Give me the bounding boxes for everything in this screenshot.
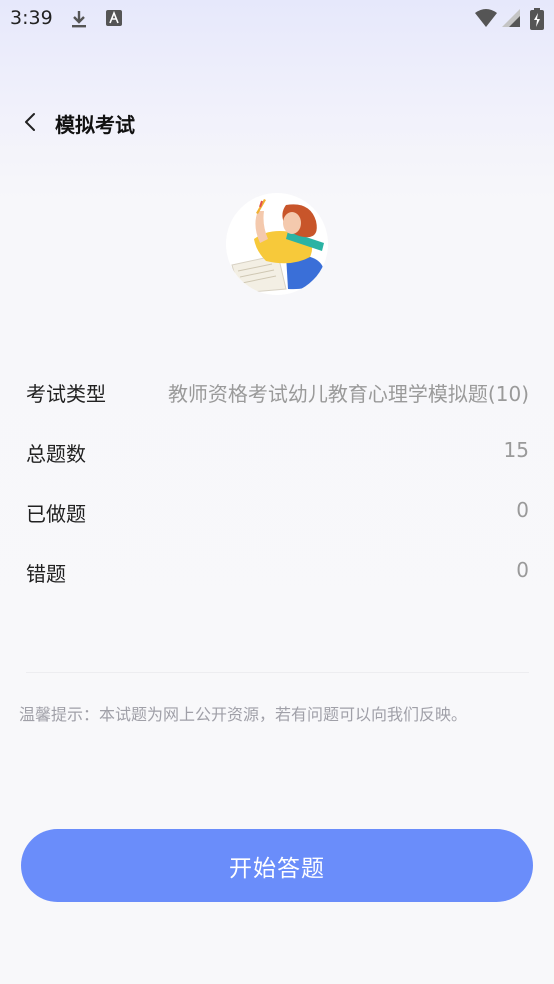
info-row-exam-type: 考试类型 教师资格考试幼儿教育心理学模拟题(10): [26, 378, 529, 408]
total-questions-value: 15: [503, 438, 529, 462]
start-button-label[interactable]: 开始答题: [229, 849, 325, 883]
page-title: 模拟考试: [55, 113, 135, 137]
wrong-value: 0: [516, 558, 529, 582]
wifi-icon: [475, 9, 497, 27]
signal-icon: [502, 9, 520, 27]
text-notification-icon: [106, 10, 122, 26]
status-bar: 3:39: [0, 0, 554, 38]
answered-value: 0: [516, 498, 529, 522]
exam-type-label: 考试类型: [26, 382, 106, 406]
hint-text: 温馨提示：本试题为网上公开资源，若有问题可以向我们反映。: [19, 705, 468, 724]
girl-studying-illustration: [226, 193, 328, 295]
chevron-left-icon[interactable]: [14, 106, 46, 138]
info-row-wrong: 错题 0: [26, 558, 529, 588]
battery-icon: [530, 8, 544, 30]
status-time: 3:39: [10, 7, 53, 29]
answered-label: 已做题: [26, 502, 86, 526]
download-icon: [72, 11, 86, 28]
info-row-total-questions: 总题数 15: [26, 438, 529, 468]
info-row-answered: 已做题 0: [26, 498, 529, 528]
divider: [26, 672, 529, 673]
header: 模拟考试: [0, 100, 554, 144]
wrong-label: 错题: [26, 562, 66, 586]
start-answering-button[interactable]: 开始答题: [21, 829, 533, 902]
exam-type-value: 教师资格考试幼儿教育心理学模拟题(10): [167, 382, 529, 406]
back-button[interactable]: [14, 106, 46, 138]
total-questions-label: 总题数: [26, 442, 86, 466]
